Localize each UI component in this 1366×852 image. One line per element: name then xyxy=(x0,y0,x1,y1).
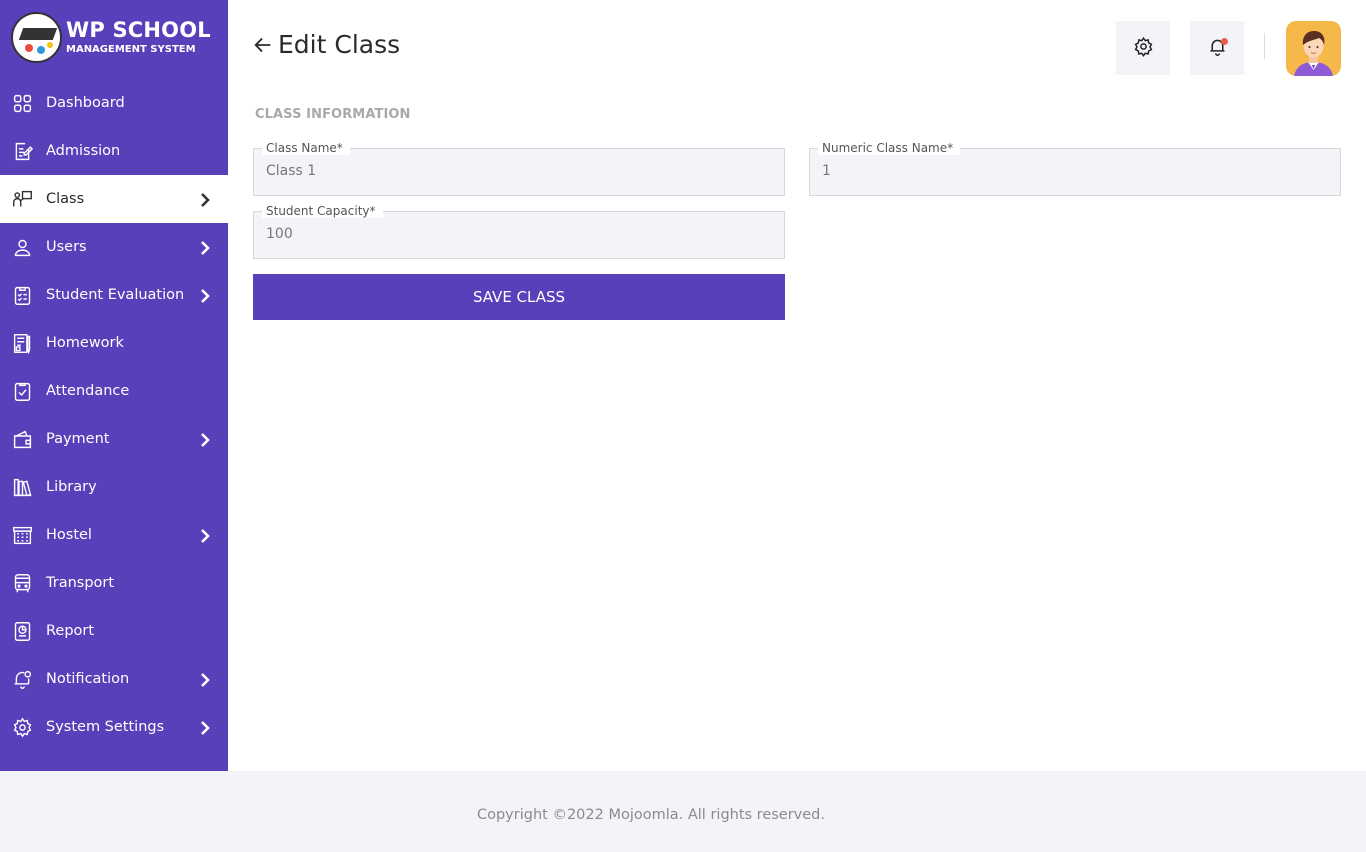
sidebar-item-library[interactable]: Library xyxy=(0,463,228,511)
bell-alert-icon xyxy=(11,668,33,690)
sidebar-item-label: Users xyxy=(46,239,87,255)
page-header: Edit Class xyxy=(252,30,400,59)
numeric-class-name-input[interactable] xyxy=(822,163,1299,179)
chevron-right-icon xyxy=(200,528,210,543)
sidebar-item-admission[interactable]: Admission xyxy=(0,127,228,175)
back-arrow-icon[interactable] xyxy=(252,34,274,56)
sidebar-item-label: Report xyxy=(46,623,95,639)
header-divider xyxy=(1264,33,1265,59)
notification-dot xyxy=(1221,38,1228,45)
student-capacity-input[interactable] xyxy=(266,226,743,242)
sidebar-item-transport[interactable]: Transport xyxy=(0,559,228,607)
copyright-text: Copyright ©2022 Mojoomla. All rights res… xyxy=(476,807,825,823)
numeric-class-name-field: Numeric Class Name* xyxy=(809,141,1341,196)
wallet-icon xyxy=(11,428,33,450)
bus-icon xyxy=(11,572,33,594)
class-name-label: Class Name* xyxy=(262,141,350,155)
chevron-right-icon xyxy=(200,432,210,447)
sidebar-item-class[interactable]: Class xyxy=(0,175,228,223)
notifications-button[interactable] xyxy=(1190,21,1244,75)
sidebar-item-label: Payment xyxy=(46,431,110,447)
settings-button[interactable] xyxy=(1116,21,1170,75)
books-icon xyxy=(11,476,33,498)
report-icon xyxy=(11,620,33,642)
sidebar-item-label: Admission xyxy=(46,143,121,159)
edit-document-icon xyxy=(11,140,33,162)
sidebar-item-hostel[interactable]: Hostel xyxy=(0,511,228,559)
sidebar: WP SCHOOL MANAGEMENT SYSTEM Dashboard Ad… xyxy=(0,0,228,771)
sidebar-item-label: Hostel xyxy=(46,527,92,543)
sidebar-nav: Dashboard Admission Class Users Student … xyxy=(0,79,228,751)
sidebar-item-homework[interactable]: Homework xyxy=(0,319,228,367)
page-title: Edit Class xyxy=(278,30,401,59)
student-capacity-field: Student Capacity* xyxy=(253,204,785,259)
sidebar-item-student-evaluation[interactable]: Student Evaluation xyxy=(0,271,228,319)
grid-icon xyxy=(11,92,33,114)
clipboard-check-icon xyxy=(11,380,33,402)
chevron-right-icon xyxy=(200,192,210,207)
sidebar-item-label: Attendance xyxy=(46,383,130,399)
sidebar-item-label: Transport xyxy=(46,575,115,591)
notebook-icon xyxy=(11,332,33,354)
app-root: WP SCHOOL MANAGEMENT SYSTEM Dashboard Ad… xyxy=(0,0,1366,852)
classroom-icon xyxy=(11,188,33,210)
sidebar-item-label: System Settings xyxy=(46,719,165,735)
brand-title: WP SCHOOL xyxy=(66,18,211,42)
sidebar-item-label: Class xyxy=(46,191,85,207)
numeric-class-name-label: Numeric Class Name* xyxy=(818,141,961,155)
footer: Copyright ©2022 Mojoomla. All rights res… xyxy=(0,771,1366,852)
brand-subtitle: MANAGEMENT SYSTEM xyxy=(66,44,196,55)
chevron-right-icon xyxy=(200,672,210,687)
brand-logo[interactable]: WP SCHOOL MANAGEMENT SYSTEM xyxy=(11,12,211,63)
sidebar-item-system-settings[interactable]: System Settings xyxy=(0,703,228,751)
user-avatar-icon xyxy=(1294,31,1333,76)
gear-icon xyxy=(1133,36,1154,61)
gear-icon xyxy=(11,716,33,738)
brand-text: WP SCHOOL MANAGEMENT SYSTEM xyxy=(66,20,211,55)
chevron-right-icon xyxy=(200,720,210,735)
avatar[interactable] xyxy=(1286,21,1341,76)
chevron-right-icon xyxy=(200,288,210,303)
checklist-icon xyxy=(11,284,33,306)
sidebar-item-label: Notification xyxy=(46,671,130,687)
student-capacity-label: Student Capacity* xyxy=(262,204,383,218)
sidebar-item-dashboard[interactable]: Dashboard xyxy=(0,79,228,127)
sidebar-item-label: Student Evaluation xyxy=(46,287,185,303)
sidebar-item-notification[interactable]: Notification xyxy=(0,655,228,703)
section-title: CLASS INFORMATION xyxy=(255,107,411,122)
school-logo-icon xyxy=(11,12,62,63)
sidebar-item-label: Dashboard xyxy=(46,95,125,111)
sidebar-item-payment[interactable]: Payment xyxy=(0,415,228,463)
class-name-input[interactable] xyxy=(266,163,743,179)
sidebar-item-report[interactable]: Report xyxy=(0,607,228,655)
sidebar-item-label: Library xyxy=(46,479,97,495)
building-icon xyxy=(11,524,33,546)
sidebar-item-label: Homework xyxy=(46,335,124,351)
chevron-right-icon xyxy=(200,240,210,255)
sidebar-item-users[interactable]: Users xyxy=(0,223,228,271)
class-name-field: Class Name* xyxy=(253,141,785,196)
user-icon xyxy=(11,236,33,258)
sidebar-item-attendance[interactable]: Attendance xyxy=(0,367,228,415)
save-class-button[interactable]: SAVE CLASS xyxy=(253,274,785,320)
